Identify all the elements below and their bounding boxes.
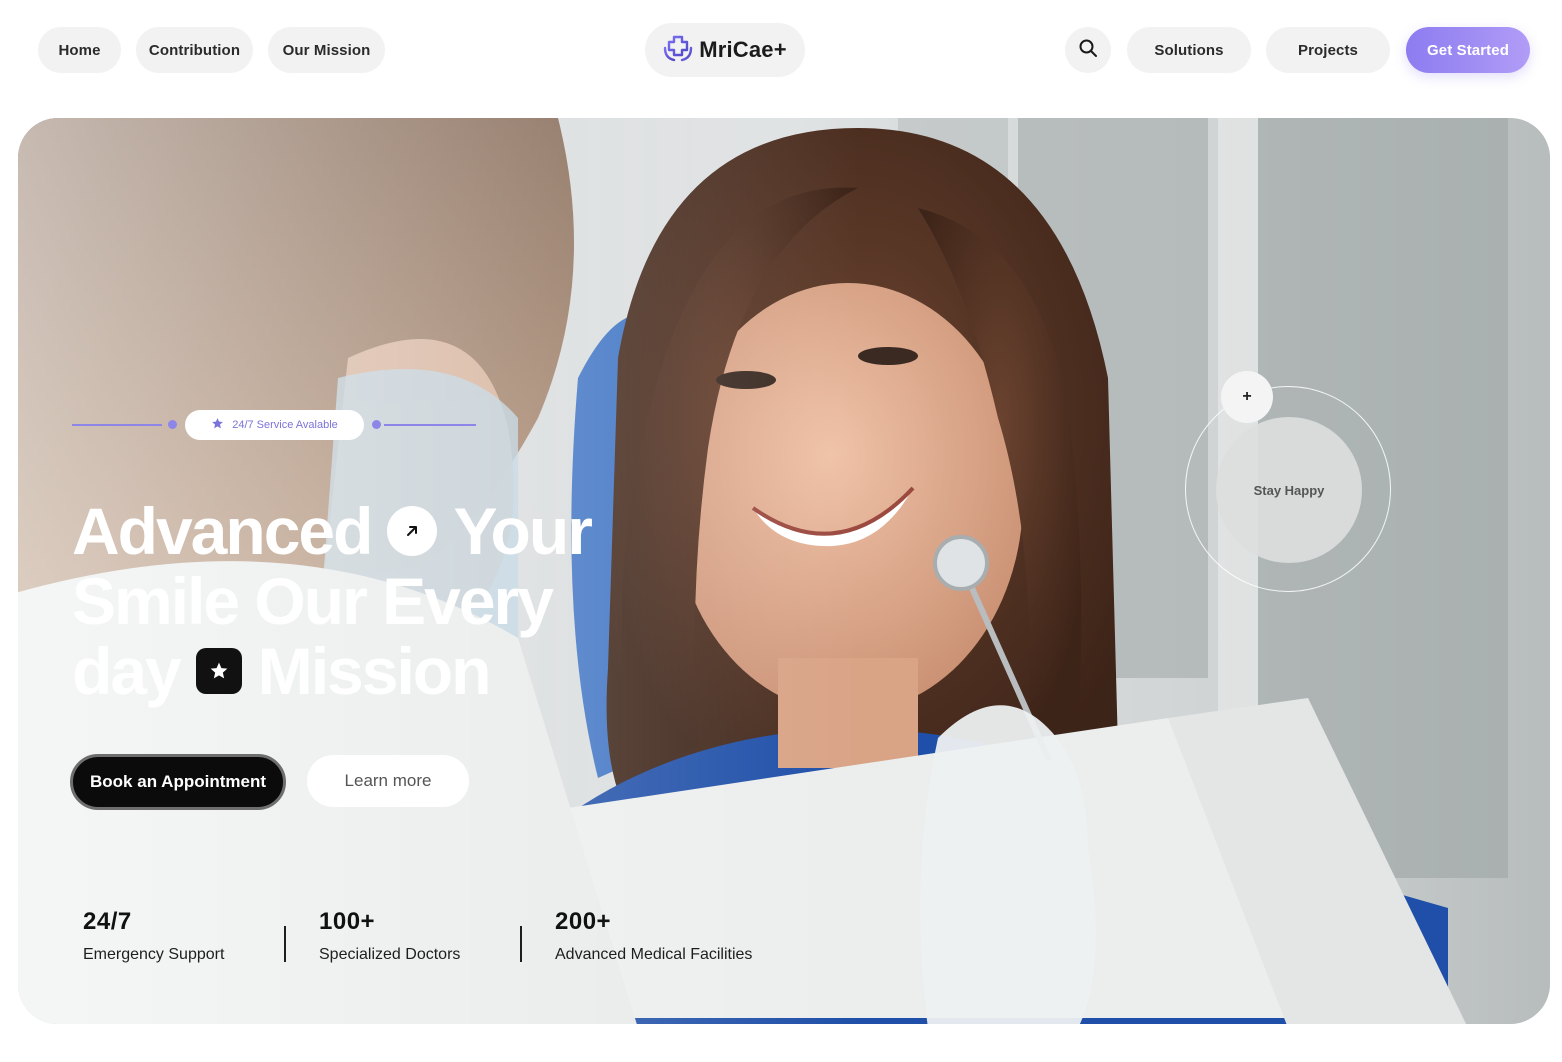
badge-line-right [384,424,476,426]
plus-button[interactable]: + [1221,371,1273,423]
stat-value: 100+ [319,908,376,935]
stats-row: 24/7 Emergency Support 100+ Specialized … [18,908,818,988]
get-started-button[interactable]: Get Started [1406,27,1530,73]
nav-contribution-link[interactable]: Contribution [136,27,253,73]
stat-specialized-doctors: 100+ Specialized Doctors [319,908,460,964]
search-icon [1078,38,1098,62]
headline-word-day: day [72,634,182,708]
stay-happy-ring: Stay Happy [1185,386,1391,592]
logo-hands-icon [663,34,693,67]
headline-line-3: day Mission [72,636,632,706]
nav-solutions-link[interactable]: Solutions [1127,27,1251,73]
search-button[interactable] [1065,27,1111,73]
top-navigation: Home Contribution Our Mission MriCae+ So… [0,0,1562,100]
stat-label: Advanced Medical Facilities [555,946,753,963]
learn-more-button[interactable]: Learn more [307,755,469,807]
badge-dot-right [372,420,381,429]
stat-value: 24/7 [83,908,132,935]
badge-dot-left [168,420,177,429]
headline-word-mission: Mission [257,634,492,708]
badge-line-left [72,424,162,426]
stat-medical-facilities: 200+ Advanced Medical Facilities [555,908,752,964]
stat-label: Specialized Doctors [319,946,461,963]
stay-happy-label: Stay Happy [1216,417,1362,563]
star-icon [211,417,224,433]
hero-headline: Advanced Your Smile Our Every day Missio… [72,496,632,706]
stat-label: Emergency Support [83,946,225,963]
hero-section: 24/7 Service Avalable Advanced Your Smil… [18,118,1550,1024]
nav-our-mission-link[interactable]: Our Mission [268,27,385,73]
service-badge-row: 24/7 Service Avalable [72,410,482,440]
star-icon [195,648,242,694]
stat-emergency-support: 24/7 Emergency Support [83,908,224,964]
book-appointment-button[interactable]: Book an Appointment [70,754,286,810]
stat-value: 200+ [555,908,612,935]
headline-line-2-text: Smile Our Every [72,564,554,638]
arrow-up-right-icon [387,506,438,556]
brand-name: MriCae+ [699,37,787,62]
headline-word-your: Your [453,494,592,568]
nav-projects-link[interactable]: Projects [1266,27,1390,73]
stat-divider [284,926,286,962]
service-badge: 24/7 Service Avalable [185,410,364,440]
nav-home-link[interactable]: Home [38,27,121,73]
headline-line-2: Smile Our Every [72,566,632,636]
brand-logo[interactable]: MriCae+ [645,23,805,77]
service-badge-text: 24/7 Service Avalable [232,419,338,431]
headline-word-advanced: Advanced [72,494,373,568]
headline-line-1: Advanced Your [72,496,632,566]
stat-divider [520,926,522,962]
